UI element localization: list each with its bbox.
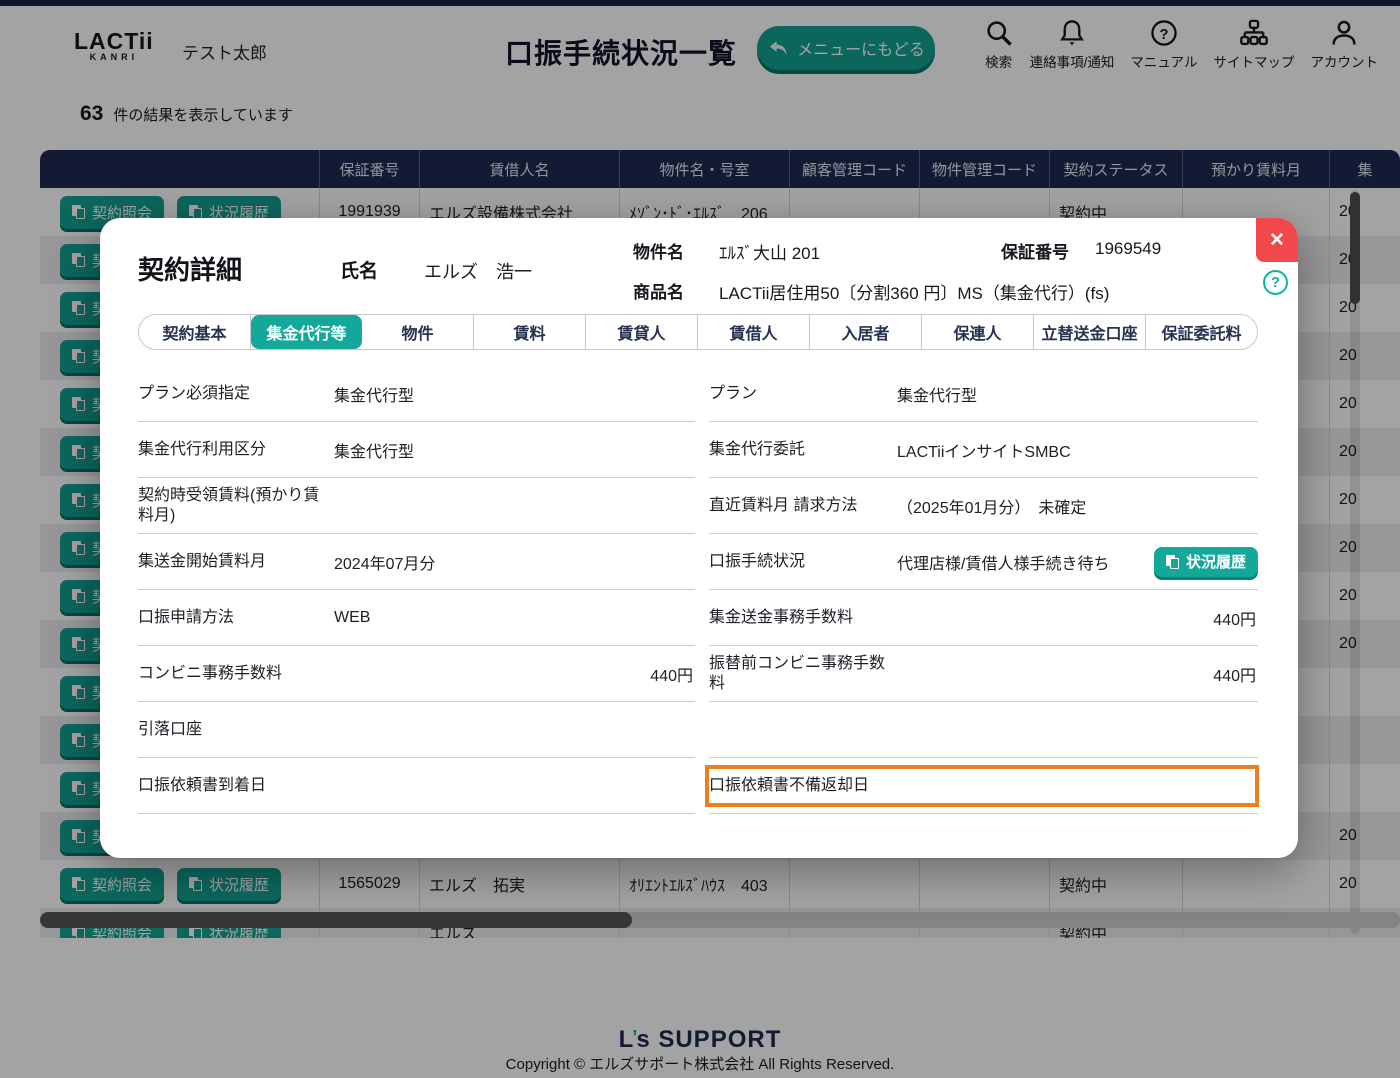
tab-2[interactable]: 集金代行等 bbox=[251, 315, 362, 349]
field-row: 集金代行委託 LACTiiインサイトSMBC bbox=[709, 422, 1258, 478]
field-label: コンビニ事務手数料 bbox=[138, 664, 283, 682]
help-icon[interactable]: ? bbox=[1263, 270, 1288, 295]
field-label: 口振申請方法 bbox=[138, 608, 235, 626]
guarantee-number-value: 1969549 bbox=[1095, 239, 1162, 258]
field-label: 集金送金事務手数料 bbox=[709, 608, 854, 626]
tab-3[interactable]: 物件 bbox=[362, 315, 474, 349]
page: LACTii KANRI テスト太郎 口振手続状況一覧 メニューにもどる 検索連… bbox=[0, 0, 1400, 1078]
field-row bbox=[709, 702, 1258, 758]
name-value: エルズ 浩一 bbox=[424, 262, 532, 282]
tab-9[interactable]: 立替送金口座 bbox=[1034, 315, 1146, 349]
field-row: 口振依頼書到着日 bbox=[138, 758, 695, 814]
property-label: 物件名 bbox=[633, 243, 684, 262]
field-row: 集金送金事務手数料 440円 bbox=[709, 590, 1258, 646]
field-row: プラン 集金代行型 bbox=[709, 366, 1258, 422]
status-history-button[interactable]: 状況履歴 bbox=[1153, 546, 1258, 577]
tab-10[interactable]: 保証委託料 bbox=[1146, 315, 1257, 349]
field-row: 口振手続状況 代理店様/賃借人様手続き待ち 状況履歴 bbox=[709, 534, 1258, 590]
tab-8[interactable]: 保連人 bbox=[922, 315, 1034, 349]
field-row: プラン必須指定 集金代行型 bbox=[138, 366, 695, 422]
field-row: 契約時受領賃料(預かり賃料月) bbox=[138, 478, 695, 534]
field-label: 振替前コンビニ事務手数料 bbox=[709, 654, 886, 692]
field-row: 集送金開始賃料月 2024年07月分 bbox=[138, 534, 695, 590]
property-value: ｴﾙｽﾞ大山 201 bbox=[719, 244, 821, 263]
copy-icon bbox=[1165, 554, 1180, 569]
field-label: 引落口座 bbox=[138, 720, 203, 738]
field-value: 2024年07月分 bbox=[334, 555, 436, 573]
field-row: 振替前コンビニ事務手数料 440円 bbox=[709, 646, 1258, 702]
modal-tabs: 契約基本 集金代行等 物件 賃料 賃貸人 賃借人 入居者 保連人 立替送金口座 保証委託料 bbox=[138, 314, 1258, 350]
guarantee-number-label: 保証番号 bbox=[1001, 243, 1069, 262]
field-value: LACTiiインサイトSMBC bbox=[897, 443, 1071, 461]
field-label: 口振依頼書到着日 bbox=[138, 776, 267, 794]
fields-column-left: プラン必須指定 集金代行型 集金代行利用区分 集金代行型 契約時受領賃料(預かり賃料月)… bbox=[138, 366, 695, 814]
field-row: コンビニ事務手数料 440円 bbox=[138, 646, 695, 702]
product-label: 商品名 bbox=[633, 283, 684, 302]
close-icon[interactable]: ✕ bbox=[1256, 218, 1298, 262]
tab-6[interactable]: 賃借人 bbox=[698, 315, 810, 349]
field-value: 440円 bbox=[1213, 611, 1256, 629]
product-value: LACTii居住用50〔分割360 円〕MS（集金代行）(fs) bbox=[719, 284, 1110, 303]
contract-detail-modal: ✕ ? 契約詳細 氏名 エルズ 浩一 物件名 ｴﾙｽﾞ大山 201 保証番号 1… bbox=[100, 218, 1298, 858]
name-label: 氏名 bbox=[340, 261, 379, 282]
field-value: 集金代行型 bbox=[897, 387, 978, 405]
field-value: WEB bbox=[334, 608, 371, 626]
modal-title: 契約詳細 bbox=[138, 255, 243, 285]
tab-7[interactable]: 入居者 bbox=[810, 315, 922, 349]
fields-column-right: プラン 集金代行型集金代行委託 LACTiiインサイトSMBC 直近賃料月 請求方法 （… bbox=[705, 366, 1259, 814]
field-value: 440円 bbox=[1213, 667, 1256, 685]
field-row: 直近賃料月 請求方法 （2025年01月分） 未確定 bbox=[709, 478, 1258, 534]
field-label: 契約時受領賃料(預かり賃料月) bbox=[138, 486, 320, 524]
field-value: （2025年01月分） 未確定 bbox=[897, 499, 1087, 517]
modal-fields: プラン必須指定 集金代行型 集金代行利用区分 集金代行型 契約時受領賃料(預かり賃料月)… bbox=[138, 366, 1259, 814]
field-label: プラン bbox=[709, 384, 758, 402]
field-label: プラン必須指定 bbox=[138, 384, 251, 402]
tab-4[interactable]: 賃料 bbox=[474, 315, 586, 349]
field-value: 集金代行型 bbox=[334, 387, 415, 405]
field-label: 直近賃料月 請求方法 bbox=[709, 496, 858, 514]
tab-1[interactable]: 契約基本 bbox=[139, 315, 251, 349]
field-row: 引落口座 bbox=[138, 702, 695, 758]
field-label: 口振依頼書不備返却日 bbox=[709, 776, 870, 794]
field-row: 口振依頼書不備返却日 bbox=[705, 758, 1259, 814]
field-value: 代理店様/賃借人様手続き待ち bbox=[897, 555, 1110, 573]
field-value: 集金代行型 bbox=[334, 443, 415, 461]
field-row: 集金代行利用区分 集金代行型 bbox=[138, 422, 695, 478]
field-label: 口振手続状況 bbox=[709, 552, 806, 570]
field-row: 口振申請方法 WEB bbox=[138, 590, 695, 646]
tab-5[interactable]: 賃貸人 bbox=[586, 315, 698, 349]
field-label: 集金代行委託 bbox=[709, 440, 806, 458]
field-label: 集送金開始賃料月 bbox=[138, 552, 267, 570]
field-value: 440円 bbox=[650, 667, 693, 685]
field-label: 集金代行利用区分 bbox=[138, 440, 267, 458]
